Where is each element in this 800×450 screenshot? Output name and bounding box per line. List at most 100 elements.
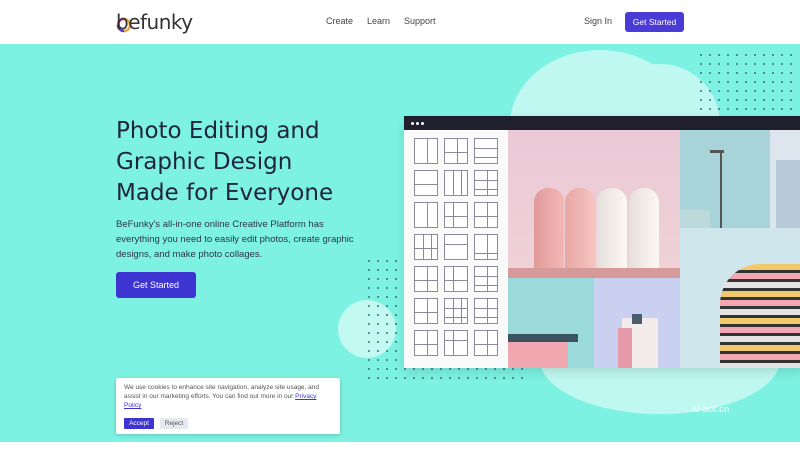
dot <box>395 359 397 361</box>
collage-layout-thumbnail[interactable] <box>444 234 468 260</box>
dot <box>736 99 738 101</box>
app-mockup <box>404 116 800 368</box>
dot <box>727 99 729 101</box>
dot <box>431 368 433 370</box>
collage-layout-thumbnail[interactable] <box>474 266 498 292</box>
collage-layout-thumbnail[interactable] <box>474 330 498 356</box>
dot <box>449 368 451 370</box>
collage-layout-thumbnail[interactable] <box>444 202 468 228</box>
dot <box>736 54 738 56</box>
dot <box>368 305 370 307</box>
dot <box>377 323 379 325</box>
dot <box>395 332 397 334</box>
dot <box>781 99 783 101</box>
dot <box>772 90 774 92</box>
dot <box>404 368 406 370</box>
sign-in-link[interactable]: Sign In <box>584 16 612 26</box>
dot <box>709 63 711 65</box>
dot <box>368 269 370 271</box>
dot <box>781 54 783 56</box>
collage-layout-thumbnail[interactable] <box>414 234 438 260</box>
dot <box>485 368 487 370</box>
collage-layout-thumbnail[interactable] <box>444 170 468 196</box>
dot <box>368 368 370 370</box>
collage-layout-thumbnail[interactable] <box>474 170 498 196</box>
dot <box>718 54 720 56</box>
collage-layout-thumbnail[interactable] <box>474 202 498 228</box>
dot <box>386 350 388 352</box>
dot <box>745 90 747 92</box>
dot <box>709 72 711 74</box>
dot <box>377 332 379 334</box>
dot <box>431 377 433 379</box>
collage-layout-thumbnail[interactable] <box>474 138 498 164</box>
dot <box>395 341 397 343</box>
dot <box>395 305 397 307</box>
reject-cookies-button[interactable]: Reject <box>160 418 188 429</box>
dot <box>700 99 702 101</box>
dot <box>494 377 496 379</box>
collage-layout-thumbnail[interactable] <box>414 266 438 292</box>
dot <box>736 72 738 74</box>
dot <box>727 63 729 65</box>
dot <box>377 296 379 298</box>
collage-layout-thumbnail[interactable] <box>414 170 438 196</box>
dot-icon <box>411 122 414 125</box>
dot <box>790 72 792 74</box>
dot <box>718 99 720 101</box>
dot <box>395 368 397 370</box>
accept-cookies-button[interactable]: Accept <box>124 418 154 429</box>
dot <box>395 377 397 379</box>
collage-layout-thumbnail[interactable] <box>444 298 468 324</box>
dot <box>404 377 406 379</box>
hero-description: BeFunky's all-in-one online Creative Pla… <box>116 219 354 260</box>
collage-layout-thumbnail[interactable] <box>414 138 438 164</box>
dot <box>790 108 792 110</box>
hero-headline: Photo Editing and Graphic Design Made fo… <box>116 116 376 209</box>
collage-layout-thumbnail[interactable] <box>474 234 498 260</box>
dot <box>745 108 747 110</box>
collage-layout-thumbnail[interactable] <box>444 266 468 292</box>
dot <box>386 341 388 343</box>
dot <box>368 260 370 262</box>
collage-layout-panel <box>404 130 508 368</box>
hero-get-started-button[interactable]: Get Started <box>116 272 196 298</box>
dot <box>781 63 783 65</box>
cookie-banner: We use cookies to enhance site navigatio… <box>116 378 340 434</box>
dot <box>377 341 379 343</box>
nav-create[interactable]: Create <box>326 16 353 26</box>
dot <box>781 90 783 92</box>
dot <box>709 54 711 56</box>
dot <box>521 377 523 379</box>
dot <box>386 377 388 379</box>
dot <box>395 323 397 325</box>
dot <box>745 81 747 83</box>
dot <box>395 269 397 271</box>
dot <box>386 332 388 334</box>
dot <box>709 90 711 92</box>
nav-support[interactable]: Support <box>404 16 436 26</box>
collage-layout-thumbnail[interactable] <box>414 298 438 324</box>
dot <box>727 90 729 92</box>
dot <box>467 377 469 379</box>
collage-layout-thumbnail[interactable] <box>414 202 438 228</box>
dot <box>745 99 747 101</box>
dot <box>736 108 738 110</box>
dot <box>377 350 379 352</box>
dot <box>754 63 756 65</box>
dot <box>377 359 379 361</box>
collage-layout-thumbnail[interactable] <box>414 330 438 356</box>
dot <box>709 81 711 83</box>
collage-layout-thumbnail[interactable] <box>474 298 498 324</box>
dot <box>736 90 738 92</box>
dot <box>485 377 487 379</box>
nav-learn[interactable]: Learn <box>367 16 390 26</box>
collage-layout-thumbnail[interactable] <box>444 138 468 164</box>
parking-garage-photo <box>680 228 800 368</box>
dot <box>440 368 442 370</box>
dot <box>368 278 370 280</box>
collage-layout-thumbnail[interactable] <box>444 330 468 356</box>
header-get-started-button[interactable]: Get Started <box>625 12 684 32</box>
dot <box>763 81 765 83</box>
dot <box>763 108 765 110</box>
